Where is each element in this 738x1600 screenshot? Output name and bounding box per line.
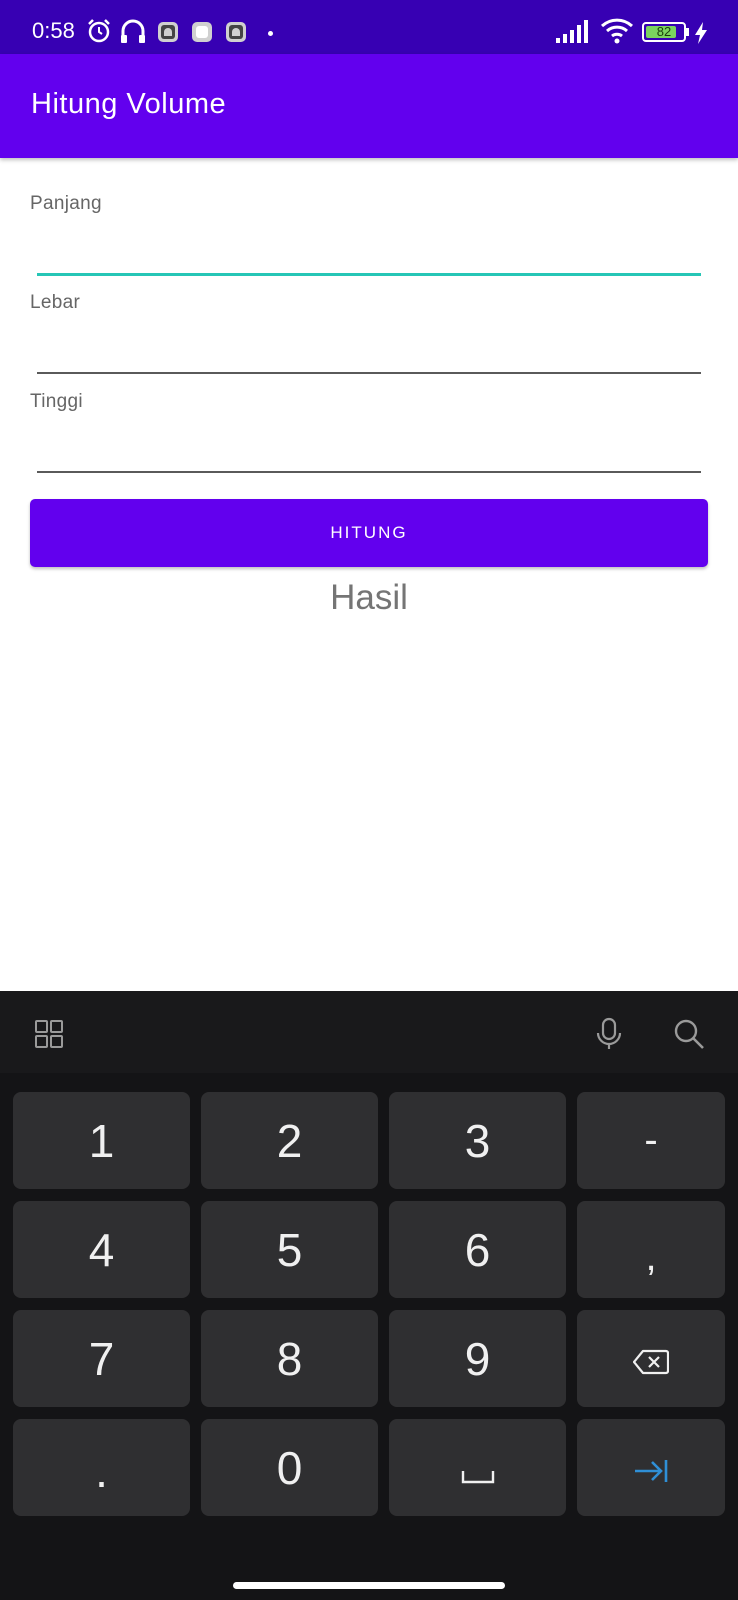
- key-3[interactable]: 3: [389, 1092, 566, 1189]
- lebar-underline: [37, 372, 701, 374]
- status-time: 0:58: [32, 18, 75, 43]
- key-7[interactable]: 7: [13, 1310, 190, 1407]
- charging-icon: [694, 22, 708, 48]
- backspace-icon: [632, 1332, 670, 1386]
- key-8-label: 8: [276, 1332, 303, 1385]
- android-notification-icon: [158, 22, 178, 46]
- lebar-label: Lebar: [30, 292, 81, 313]
- headphones-icon: [120, 18, 146, 48]
- key-0[interactable]: 0: [201, 1419, 378, 1516]
- search-icon[interactable]: [672, 1017, 706, 1055]
- key-6-label: 6: [464, 1223, 491, 1276]
- key-4-label: 4: [88, 1223, 115, 1276]
- key-9[interactable]: 9: [389, 1310, 566, 1407]
- signal-icon: [556, 20, 590, 48]
- app-bar: Hitung Volume: [0, 54, 738, 158]
- key-6[interactable]: 6: [389, 1201, 566, 1298]
- key-period-label: .: [95, 1445, 108, 1497]
- panjang-input[interactable]: [37, 232, 701, 272]
- space-icon: [461, 1441, 495, 1495]
- battery-level: 82: [656, 24, 672, 39]
- hitung-button[interactable]: HITUNG: [30, 499, 708, 567]
- key-2-label: 2: [276, 1114, 303, 1167]
- key-2[interactable]: 2: [201, 1092, 378, 1189]
- next-field-icon: [633, 1441, 669, 1495]
- wifi-icon: [600, 18, 634, 48]
- key-comma-label: ,: [645, 1235, 657, 1279]
- key-8[interactable]: 8: [201, 1310, 378, 1407]
- panjang-underline: [37, 273, 701, 276]
- key-9-label: 9: [464, 1332, 491, 1385]
- next-field-key[interactable]: [577, 1419, 725, 1516]
- key-5-label: 5: [276, 1223, 303, 1276]
- android-notification-icon-2: [226, 22, 246, 46]
- key-4[interactable]: 4: [13, 1201, 190, 1298]
- app-notification-icon: [192, 22, 212, 46]
- tinggi-underline: [37, 471, 701, 473]
- keyboard-toolbar: [0, 991, 738, 1073]
- space-key[interactable]: [389, 1419, 566, 1516]
- lebar-input[interactable]: [37, 330, 701, 370]
- key-5[interactable]: 5: [201, 1201, 378, 1298]
- grid-icon[interactable]: [34, 1019, 64, 1053]
- battery-cap: [686, 28, 689, 36]
- tinggi-label: Tinggi: [30, 391, 83, 412]
- more-notifications-dot: [268, 31, 273, 36]
- alarm-icon: [86, 18, 112, 48]
- key-minus-label: -: [644, 1118, 658, 1162]
- status-bar: 0:58 82: [0, 0, 738, 54]
- app-title: Hitung Volume: [31, 88, 227, 120]
- key-minus[interactable]: -: [577, 1092, 725, 1189]
- key-comma[interactable]: ,: [577, 1201, 725, 1298]
- backspace-key[interactable]: [577, 1310, 725, 1407]
- numeric-keyboard: 1 2 3 - 4 5 6 , 7 8 9 . 0: [0, 991, 738, 1600]
- battery-icon: 82: [642, 22, 686, 42]
- key-0-label: 0: [276, 1441, 303, 1494]
- key-7-label: 7: [88, 1332, 115, 1385]
- mic-icon[interactable]: [594, 1017, 624, 1055]
- key-1-label: 1: [88, 1114, 115, 1167]
- key-1[interactable]: 1: [13, 1092, 190, 1189]
- panjang-label: Panjang: [30, 193, 102, 214]
- key-3-label: 3: [464, 1114, 491, 1167]
- tinggi-input[interactable]: [37, 430, 701, 470]
- home-indicator[interactable]: [233, 1582, 505, 1589]
- result-text: Hasil: [330, 578, 408, 617]
- key-period[interactable]: .: [13, 1419, 190, 1516]
